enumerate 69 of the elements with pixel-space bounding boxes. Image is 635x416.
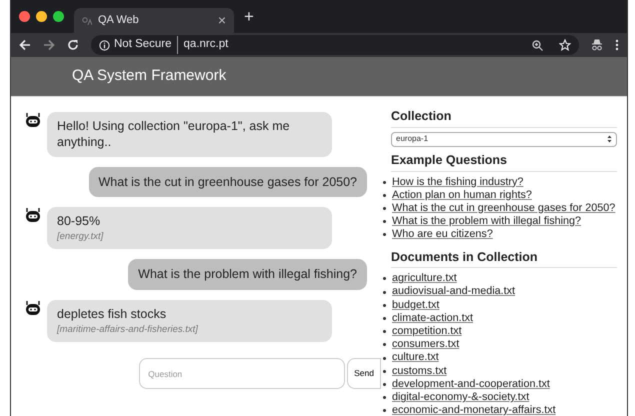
bullet-dot xyxy=(383,207,386,210)
robot-icon xyxy=(25,206,41,223)
document-link[interactable]: digital-economy-&-society.txt xyxy=(392,391,530,404)
bullet-dot xyxy=(383,220,386,224)
section-heading: Collection xyxy=(391,107,617,128)
document-link[interactable]: budget.txt xyxy=(392,298,440,312)
bullet-dot xyxy=(383,180,386,184)
document-link[interactable]: consumers.txt xyxy=(392,338,460,352)
question-input-field[interactable]: Question xyxy=(139,358,346,390)
bullet-dot xyxy=(383,396,386,400)
section-heading: Documents in Collection xyxy=(391,248,617,268)
bot-message-text: 80-95% xyxy=(57,212,102,229)
example-question-link[interactable]: Action plan on human rights? xyxy=(392,188,532,202)
tab-favicon-icon xyxy=(82,16,92,24)
document-link[interactable]: economic-and-monetary-affairs.txt xyxy=(392,404,556,416)
url-text: qa.nrc.pt xyxy=(184,37,228,52)
document-link[interactable]: climate-action.txt xyxy=(392,312,474,326)
bullet-dot xyxy=(383,304,386,307)
new-tab-button[interactable]: + xyxy=(244,4,254,30)
document-link[interactable]: competition.txt xyxy=(392,325,462,338)
menu-icon[interactable] xyxy=(615,39,619,51)
user-message-bubble: What is the cut in greenhouse gases for 2050? xyxy=(88,166,367,197)
robot-icon xyxy=(25,300,41,316)
bullet-dot xyxy=(383,194,386,197)
reload-icon[interactable] xyxy=(67,39,79,51)
section-heading: Example Questions xyxy=(391,150,617,172)
bullet-dot xyxy=(383,330,386,334)
forward-icon[interactable] xyxy=(43,39,55,51)
example-question-link[interactable]: What is the problem with illegal fishing? xyxy=(392,215,582,228)
bullet-dot xyxy=(383,316,386,320)
bullet-dot xyxy=(383,356,386,360)
address-bar[interactable]: Not Secure qa.nrc.pt xyxy=(91,35,579,55)
app-title: QA System Framework xyxy=(72,66,226,86)
close-window-icon[interactable] xyxy=(19,11,30,22)
send-button[interactable]: Send xyxy=(347,358,381,390)
example-question-link[interactable]: How is the fishing industry? xyxy=(392,176,524,189)
tab-close-button[interactable]: × xyxy=(218,10,226,31)
source-file-label: [maritime-affairs-and-fisheries.txt] xyxy=(57,324,199,336)
bullet-dot xyxy=(383,343,386,346)
maximize-window-icon[interactable] xyxy=(53,11,64,22)
bullet-dot xyxy=(383,370,386,373)
user-message-bubble: What is the problem with illegal fishing? xyxy=(128,259,367,290)
source-file-label: [energy.txt] xyxy=(57,231,104,244)
document-link[interactable]: development-and-cooperation.txt xyxy=(392,378,550,392)
bullet-dot xyxy=(383,290,386,294)
bot-message-text: depletes fish stocks xyxy=(57,306,168,322)
security-label: Not Secure xyxy=(114,36,178,54)
collection-select[interactable]: europa-1 xyxy=(391,132,617,147)
document-link[interactable]: customs.txt xyxy=(392,364,447,378)
example-question-link[interactable]: Who are eu citizens? xyxy=(392,228,493,242)
robot-icon xyxy=(25,112,41,128)
bullet-dot xyxy=(383,233,386,236)
zoom-icon[interactable] xyxy=(532,40,543,50)
bot-message-text: Hello! Using collection "europa-1", ask me anything.. xyxy=(57,118,291,150)
browser-tab[interactable]: QA Web × xyxy=(74,8,234,33)
tab-title: QA Web xyxy=(98,13,139,28)
example-question-link[interactable]: What is the cut in greenhouse gases for 2050? xyxy=(392,202,616,216)
bullet-dot xyxy=(383,409,386,412)
document-link[interactable]: culture.txt xyxy=(392,351,439,365)
minimize-window-icon[interactable] xyxy=(36,11,47,22)
info-icon xyxy=(99,40,110,50)
incognito-icon[interactable] xyxy=(591,39,603,51)
bullet-dot xyxy=(383,277,386,280)
bookmark-star-icon[interactable] xyxy=(559,39,571,51)
document-link[interactable]: audiovisual-and-media.txt xyxy=(392,285,516,299)
select-arrows-icon xyxy=(607,135,612,144)
back-icon[interactable] xyxy=(19,39,31,51)
bullet-dot xyxy=(383,382,386,386)
document-link[interactable]: agriculture.txt xyxy=(392,272,457,286)
